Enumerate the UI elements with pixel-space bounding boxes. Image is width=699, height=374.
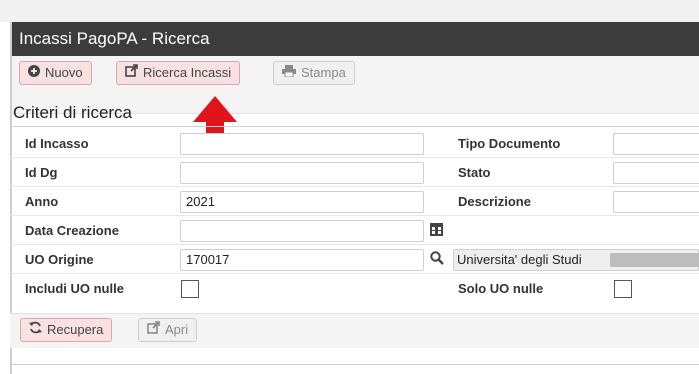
anno-input[interactable]: 2021 [180, 191, 424, 213]
stato-input[interactable] [613, 162, 699, 184]
refresh-icon [29, 319, 42, 341]
uo-origine-description-text: Universita' degli Studi [457, 252, 582, 267]
anno-label: Anno [25, 194, 59, 209]
includi-uo-nulle-checkbox[interactable] [181, 280, 199, 298]
plus-circle-icon [28, 62, 40, 84]
external-link-icon [147, 319, 160, 341]
stampa-button[interactable]: Stampa [273, 61, 355, 85]
printer-icon [282, 62, 296, 84]
descrizione-input[interactable] [613, 191, 699, 213]
form-row-data-creazione: Data Creazione [10, 217, 699, 245]
id-dg-input[interactable] [180, 162, 424, 184]
search-icon[interactable] [430, 251, 444, 270]
includi-uo-nulle-label: Includi UO nulle [25, 281, 124, 296]
section-title: Criteri di ricerca [13, 103, 133, 122]
form-row-uo-origine: UO Origine 170017 Universita' degli Stud… [10, 246, 699, 274]
form-row-anno: Anno 2021 Descrizione [10, 188, 699, 216]
window-title: Incassi PagoPA - Ricerca [12, 22, 699, 56]
top-strip [0, 0, 699, 22]
ricerca-incassi-label: Ricerca Incassi [143, 65, 232, 80]
tipo-documento-label: Tipo Documento [458, 136, 561, 151]
stampa-label: Stampa [301, 65, 346, 80]
recupera-label: Recupera [47, 322, 104, 337]
nuovo-button[interactable]: Nuovo [19, 61, 92, 85]
tipo-documento-input[interactable] [613, 133, 699, 155]
uo-origine-input[interactable]: 170017 [180, 249, 424, 271]
solo-uo-nulle-label: Solo UO nulle [458, 281, 544, 296]
id-dg-label: Id Dg [25, 165, 58, 180]
calendar-icon[interactable] [430, 222, 443, 241]
descrizione-label: Descrizione [458, 194, 531, 209]
apri-button[interactable]: Apri [138, 318, 198, 342]
recupera-button[interactable]: Recupera [20, 318, 113, 342]
form-row-uo-nulle: Includi UO nulle Solo UO nulle [10, 275, 699, 303]
solo-uo-nulle-checkbox[interactable] [614, 280, 632, 298]
external-link-icon [125, 62, 138, 84]
id-incasso-input[interactable] [180, 133, 424, 155]
ricerca-incassi-button[interactable]: Ricerca Incassi [116, 61, 241, 85]
form-row-id-dg: Id Dg Stato [10, 159, 699, 187]
id-incasso-label: Id Incasso [25, 136, 89, 151]
uo-origine-label: UO Origine [25, 252, 94, 267]
data-creazione-input[interactable] [180, 220, 424, 242]
bottom-toolbar: Recupera Apri [10, 313, 699, 348]
stato-label: Stato [458, 165, 491, 180]
apri-label: Apri [165, 322, 189, 337]
form-row-id-incasso: Id Incasso Tipo Documento [10, 130, 699, 158]
uo-origine-description: Universita' degli Studi [453, 249, 699, 271]
data-creazione-label: Data Creazione [25, 223, 119, 238]
redacted-text [610, 253, 699, 267]
section-divider [10, 126, 699, 127]
footer-divider [10, 364, 699, 365]
nuovo-label: Nuovo [45, 65, 83, 80]
